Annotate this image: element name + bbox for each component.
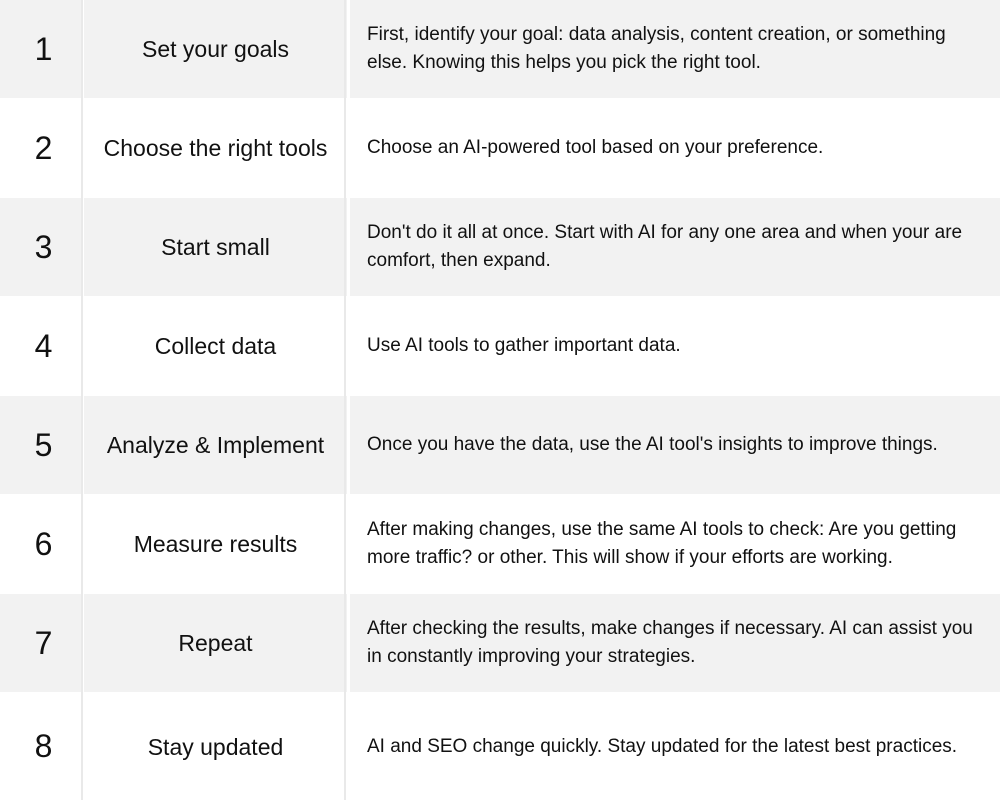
table-row: 3 Start small Don't do it all at once. S…: [0, 198, 1000, 296]
table-row: 6 Measure results After making changes, …: [0, 495, 1000, 593]
column-divider: [81, 0, 83, 800]
step-title: Set your goals: [84, 0, 347, 98]
step-title: Collect data: [154, 333, 277, 359]
step-description: AI and SEO change quickly. Stay updated …: [367, 735, 958, 757]
step-description: First, identify your goal: data analysis…: [350, 0, 1000, 98]
step-number: 8: [34, 728, 53, 764]
step-number: 2: [34, 129, 53, 166]
step-number: 3: [0, 198, 81, 296]
step-description: Use AI tools to gather important data.: [367, 335, 681, 356]
step-title: Choose the right tools: [103, 135, 328, 161]
step-description: Don't do it all at once. Start with AI f…: [350, 198, 1000, 296]
step-number: 1: [0, 0, 81, 98]
table-row: 5 Analyze & Implement Once you have the …: [0, 396, 1000, 494]
table-row: 8 Stay updated AI and SEO change quickly…: [0, 693, 1000, 800]
step-description: After checking the results, make changes…: [350, 594, 1000, 692]
step-number: 4: [34, 327, 53, 364]
table-row: 2 Choose the right tools Choose an AI-po…: [0, 99, 1000, 197]
step-description: Once you have the data, use the AI tool'…: [350, 396, 1000, 494]
step-number: 5: [0, 396, 81, 494]
step-number: 6: [34, 525, 53, 562]
column-divider: [344, 0, 346, 800]
steps-table: 1 Set your goals First, identify your go…: [0, 0, 1000, 800]
step-number: 7: [0, 594, 81, 692]
table-row: 4 Collect data Use AI tools to gather im…: [0, 297, 1000, 395]
step-title: Analyze & Implement: [84, 396, 347, 494]
step-title: Start small: [84, 198, 347, 296]
step-description: After making changes, use the same AI to…: [367, 519, 957, 568]
table-row: 7 Repeat After checking the results, mak…: [0, 594, 1000, 692]
step-title: Stay updated: [147, 733, 284, 760]
table-row: 1 Set your goals First, identify your go…: [0, 0, 1000, 98]
step-title: Repeat: [84, 594, 347, 692]
step-description: Choose an AI-powered tool based on your …: [367, 137, 824, 158]
step-title: Measure results: [133, 531, 298, 557]
